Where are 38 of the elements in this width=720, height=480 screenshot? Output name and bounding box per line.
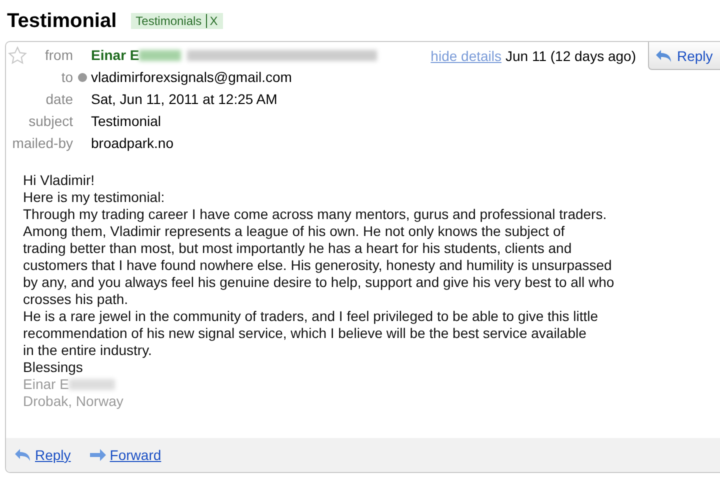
message-text-line: Hi Vladimir! — [23, 172, 96, 189]
forward-link[interactable]: Forward — [110, 447, 162, 463]
message-text-line: Through my trading career I have come across many mentors, gurus and professional traders. — [23, 206, 608, 223]
reply-link[interactable]: Reply — [35, 447, 71, 463]
field-value: broadpark.no — [91, 135, 174, 151]
status-dot-icon — [78, 72, 87, 82]
message-text-line: in the entire industry. — [23, 342, 153, 359]
star-icon[interactable] — [8, 46, 27, 65]
message-text-line: Among them, Vladimir represents a league of his own. He not only knows the subject of — [23, 223, 566, 240]
field-label: mailed-by — [12, 135, 73, 151]
remove-label-button[interactable]: X — [206, 14, 218, 28]
message-text-line: He is a rare jewel in the community of traders, and I feel privileged to be able to give this little — [23, 308, 600, 325]
message-text-line: Blessings — [23, 359, 84, 376]
field-label: date — [46, 91, 73, 107]
reply-arrow-icon — [14, 448, 32, 462]
sender-name: Einar E — [91, 47, 140, 63]
redacted-text — [68, 379, 115, 390]
field-value: vladimirforexsignals@gmail.com — [91, 69, 292, 85]
message-text-line: recommendation of his new signal service, which I believe will be the best service available — [23, 325, 588, 342]
forward-arrow-icon — [88, 448, 107, 462]
field-label: to — [61, 69, 73, 85]
signature-location: Drobak, Norway — [23, 393, 124, 410]
message-date: Jun 11 (12 days ago) — [506, 48, 636, 64]
field-label: from — [45, 47, 73, 63]
label-tag[interactable]: Testimonials X — [130, 13, 223, 29]
signature-name: Einar E — [23, 376, 69, 393]
message-text-line: customers that I have found nowhere else. His generosity, honesty and humility is unsurpassed — [23, 257, 613, 274]
message-text-line: Here is my testimonial: — [23, 189, 166, 206]
message-text-line: crosses his path. — [23, 291, 130, 308]
message-text-line: trading better than most, but most importantly he has a heart for his students, clients and — [23, 240, 573, 257]
message-text-line: by any, and you always feel his genuine desire to help, support and give his very best to all who — [23, 274, 616, 291]
reply-arrow-icon — [655, 48, 673, 62]
redacted-text — [139, 50, 182, 60]
message-subject-title: Testimonial — [7, 10, 117, 32]
field-value: Testimonial — [91, 113, 162, 129]
reply-button[interactable]: Reply — [648, 42, 720, 70]
field-value: Sat, Jun 11, 2011 at 12:25 AM — [91, 91, 278, 107]
field-label: subject — [28, 113, 73, 129]
